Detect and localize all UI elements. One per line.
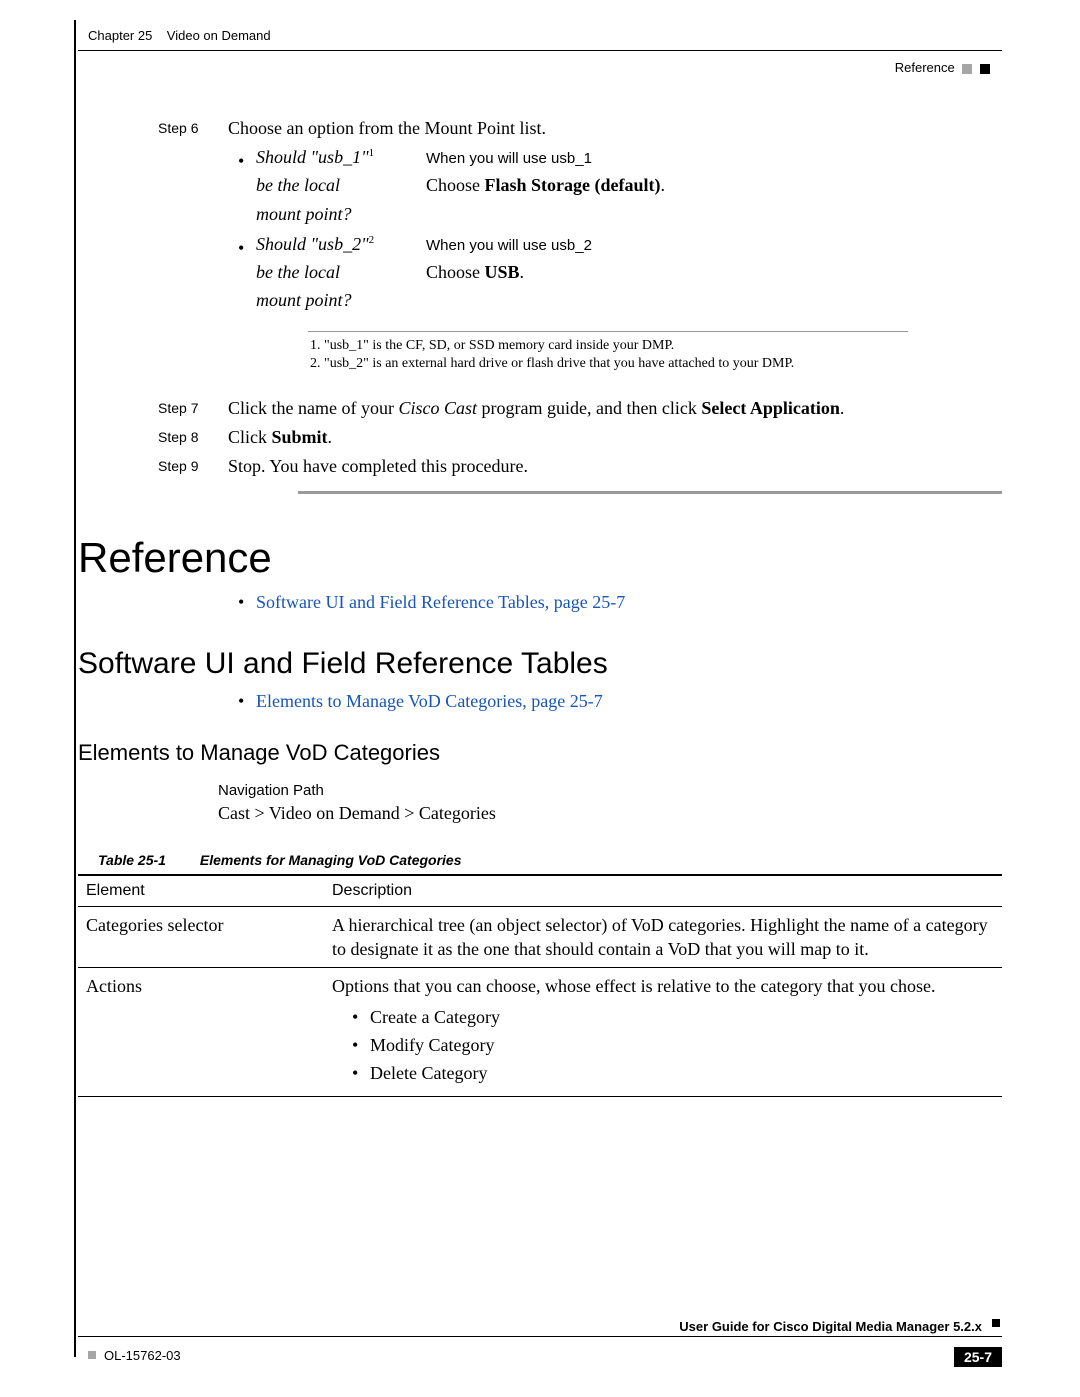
- doc-id: OL-15762-03: [78, 1348, 181, 1363]
- step-row: Step 7 Click the name of your Cisco Cast…: [158, 398, 1002, 419]
- footnote: 2. "usb_2" is an external hard drive or …: [308, 356, 908, 372]
- page-body: Step 6 Choose an option from the Mount P…: [78, 110, 1002, 1277]
- marker-square-icon: [992, 1319, 1000, 1327]
- step-body: Click Submit.: [228, 427, 1002, 448]
- header-rule: [78, 50, 1002, 51]
- navigation-path-label: Navigation Path: [218, 782, 1002, 799]
- left-page-rule: [74, 20, 76, 1357]
- mount-question: be the local: [228, 260, 426, 284]
- step-text: Choose an option from the Mount Point li…: [228, 118, 546, 138]
- mount-question: mount point?: [228, 202, 426, 226]
- marker-square-icon: [980, 64, 990, 74]
- step-row: Step 9 Stop. You have completed this pro…: [158, 456, 1002, 477]
- marker-square-icon: [88, 1351, 96, 1359]
- page-footer: User Guide for Cisco Digital Media Manag…: [78, 1319, 1002, 1367]
- chapter-breadcrumb: Chapter 25 Video on Demand: [88, 28, 271, 43]
- marker-square-icon: [962, 64, 972, 74]
- procedure-steps: Step 6 Choose an option from the Mount P…: [158, 118, 1002, 494]
- page-header: Chapter 25 Video on Demand Reference: [78, 0, 1002, 78]
- reference-link[interactable]: Elements to Manage VoD Categories, page …: [238, 691, 1002, 712]
- table-cell-description: Options that you can choose, whose effec…: [324, 968, 1002, 1096]
- section-marker: Reference: [895, 60, 990, 75]
- navigation-path: Cast > Video on Demand > Categories: [218, 803, 1002, 824]
- table-header-description: Description: [324, 875, 1002, 907]
- mount-question: • Should "usb_1"1: [228, 145, 426, 169]
- mount-choose: Choose Flash Storage (default).: [426, 173, 1002, 197]
- action-item: Delete Category: [352, 1061, 994, 1085]
- heading-software-ui: Software UI and Field Reference Tables: [78, 647, 1002, 681]
- mount-when: When you will use usb_2: [426, 237, 592, 254]
- table-caption: Table 25-1 Elements for Managing VoD Cat…: [98, 852, 1002, 868]
- footnotes: 1. "usb_1" is the CF, SD, or SSD memory …: [308, 331, 908, 372]
- action-item: Create a Category: [352, 1005, 994, 1029]
- table-cell-description: A hierarchical tree (an object selector)…: [324, 906, 1002, 968]
- footer-rule: [78, 1336, 1002, 1337]
- mount-option-block: • Should "usb_2"2 When you will use usb_…: [228, 232, 1002, 313]
- procedure-end-rule: [298, 491, 1002, 494]
- mount-when: When you will use usb_1: [426, 150, 592, 167]
- reference-link[interactable]: Software UI and Field Reference Tables, …: [238, 592, 1002, 613]
- doc-title: User Guide for Cisco Digital Media Manag…: [679, 1319, 992, 1334]
- chapter-label: Chapter 25: [88, 28, 152, 43]
- step-row: Step 6 Choose an option from the Mount P…: [158, 118, 1002, 319]
- table-cell-element: Categories selector: [78, 906, 324, 968]
- step-label: Step 9: [158, 456, 228, 474]
- mount-question: mount point?: [228, 288, 426, 312]
- actions-list: Create a Category Modify Category Delete…: [352, 1005, 994, 1086]
- step-label: Step 6: [158, 118, 228, 136]
- step-body: Stop. You have completed this procedure.: [228, 456, 1002, 477]
- mount-choose: Choose USB.: [426, 260, 1002, 284]
- table-header-element: Element: [78, 875, 324, 907]
- mount-question: be the local: [228, 173, 426, 197]
- chapter-title: Video on Demand: [167, 28, 271, 43]
- step-label: Step 8: [158, 427, 228, 445]
- mount-question: • Should "usb_2"2: [228, 232, 426, 256]
- section-name: Reference: [895, 60, 955, 75]
- step-row: Step 8 Click Submit.: [158, 427, 1002, 448]
- step-body: Click the name of your Cisco Cast progra…: [228, 398, 1002, 419]
- table-row: Categories selector A hierarchical tree …: [78, 906, 1002, 968]
- action-item: Modify Category: [352, 1033, 994, 1057]
- page-number-badge: 25-7: [954, 1347, 1002, 1367]
- footnote: 1. "usb_1" is the CF, SD, or SSD memory …: [308, 338, 908, 354]
- reference-table: Element Description Categories selector …: [78, 874, 1002, 1097]
- table-cell-element: Actions: [78, 968, 324, 1096]
- step-label: Step 7: [158, 398, 228, 416]
- step-body: Choose an option from the Mount Point li…: [228, 118, 1002, 319]
- heading-elements-vod: Elements to Manage VoD Categories: [78, 740, 1002, 766]
- heading-reference: Reference: [78, 534, 1002, 582]
- table-row: Actions Options that you can choose, who…: [78, 968, 1002, 1096]
- mount-option-block: • Should "usb_1"1 When you will use usb_…: [228, 145, 1002, 226]
